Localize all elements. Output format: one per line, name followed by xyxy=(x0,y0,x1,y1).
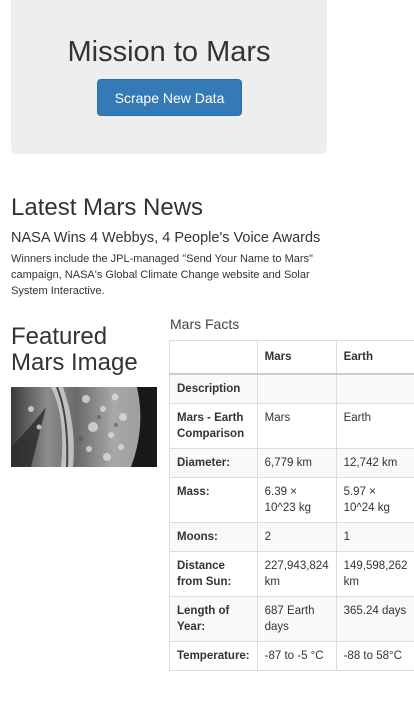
table-row: Diameter: 6,779 km 12,742 km xyxy=(169,448,414,478)
table-row: Mass: 6.39 × 10^23 kg 5.97 × 10^24 kg xyxy=(169,477,414,523)
row-header: Moons: xyxy=(169,522,258,552)
row-header: Mars - Earth Comparison xyxy=(169,403,258,449)
news-heading: Latest Mars News xyxy=(11,194,204,221)
table-header-row: Mars Earth xyxy=(169,340,414,375)
jumbotron: Mission to Mars Scrape New Data xyxy=(11,0,327,154)
featured-image-heading: Featured Mars Image xyxy=(11,323,138,376)
row-header: Description xyxy=(169,373,258,404)
table-cell: 687 Earth days xyxy=(256,596,337,642)
table-cell: 2 xyxy=(256,522,337,552)
table-cell: 5.97 × 10^24 kg xyxy=(335,477,414,523)
mars-facts-table: Mars Earth Description Mars - Earth Comp… xyxy=(169,340,414,671)
row-header: Temperature: xyxy=(169,641,258,671)
column-header xyxy=(169,340,258,375)
row-header: Mass: xyxy=(169,477,258,523)
table-row: Mars - Earth Comparison Mars Earth xyxy=(169,403,414,449)
row-header: Distance from Sun: xyxy=(169,551,258,597)
column-header: Earth xyxy=(335,340,414,375)
scrape-new-data-button[interactable]: Scrape New Data xyxy=(97,79,242,116)
table-cell: 227,943,824 km xyxy=(256,551,337,597)
table-cell xyxy=(335,373,414,404)
news-title: NASA Wins 4 Webbys, 4 People's Voice Awa… xyxy=(11,230,321,246)
table-row: Length of Year: 687 Earth days 365.24 da… xyxy=(169,596,414,642)
table-cell: 12,742 km xyxy=(335,448,414,478)
table-row: Temperature: -87 to -5 °C -88 to 58°C xyxy=(169,641,414,671)
table-cell: 365.24 days xyxy=(335,596,414,642)
table-cell: 149,598,262 km xyxy=(335,551,414,597)
row-header: Diameter: xyxy=(169,448,258,478)
table-cell xyxy=(256,373,337,404)
featured-mars-image[interactable] xyxy=(11,387,157,467)
table-cell: -88 to 58°C xyxy=(335,641,414,671)
table-row: Moons: 2 1 xyxy=(169,522,414,552)
table-cell: -87 to -5 °C xyxy=(256,641,337,671)
table-cell: 1 xyxy=(335,522,414,552)
table-cell: 6,779 km xyxy=(256,448,337,478)
table-cell: Earth xyxy=(335,403,414,449)
table-row: Description xyxy=(169,373,414,404)
table-cell: 6.39 × 10^23 kg xyxy=(256,477,337,523)
mars-facts-caption: Mars Facts xyxy=(170,316,240,332)
column-header: Mars xyxy=(256,340,337,375)
news-teaser: Winners include the JPL-managed "Send Yo… xyxy=(11,253,313,297)
row-header: Length of Year: xyxy=(169,596,258,642)
table-row: Distance from Sun: 227,943,824 km 149,59… xyxy=(169,551,414,597)
table-cell: Mars xyxy=(256,403,337,449)
page-title: Mission to Mars xyxy=(67,36,271,68)
